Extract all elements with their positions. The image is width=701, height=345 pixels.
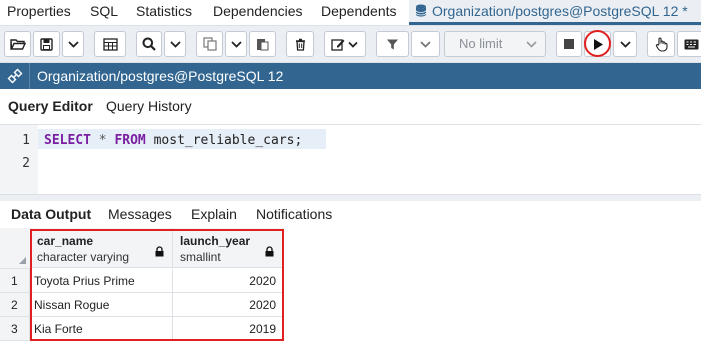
- copy-dropdown-icon: [230, 40, 242, 48]
- hand-icon: [655, 36, 668, 52]
- table-cell[interactable]: Nissan Rogue: [30, 293, 173, 317]
- tab-query-tool-label: Organization/postgres@PostgreSQL 12 *: [432, 3, 688, 19]
- save-icon: [40, 37, 53, 51]
- sql-keyword: SELECT: [44, 133, 91, 148]
- tab-dependents[interactable]: Dependents: [321, 0, 397, 25]
- results-grid: car_name character varying launch_year s…: [0, 228, 701, 345]
- execute-dropdown-icon: [619, 40, 631, 48]
- database-icon: [415, 1, 427, 23]
- lock-icon: [155, 244, 164, 262]
- commit-button[interactable]: [647, 31, 675, 57]
- tab-properties[interactable]: Properties: [7, 0, 71, 25]
- tab-data-output[interactable]: Data Output: [11, 201, 91, 227]
- shortcuts-button[interactable]: [677, 31, 701, 57]
- table-cell[interactable]: 2019: [173, 317, 283, 341]
- delete-icon: [295, 38, 305, 51]
- stop-icon: [564, 39, 574, 49]
- row-number[interactable]: 3: [0, 317, 30, 341]
- connection-label: Organization/postgres@PostgreSQL 12: [37, 68, 284, 84]
- panel-tab-bar: Properties SQL Statistics Dependencies D…: [0, 0, 701, 26]
- execute-dropdown-button[interactable]: [613, 31, 637, 57]
- open-file-button[interactable]: [4, 31, 31, 57]
- connection-icon[interactable]: [7, 68, 23, 89]
- search-icon: [142, 37, 156, 51]
- connection-bar: Organization/postgres@PostgreSQL 12: [0, 63, 701, 89]
- table-cell[interactable]: Toyota Prius Prime: [30, 269, 173, 293]
- edit-button[interactable]: [324, 31, 366, 57]
- row-number[interactable]: 1: [0, 269, 30, 293]
- save-dropdown-button[interactable]: [62, 31, 84, 57]
- table-cell[interactable]: 2020: [173, 269, 283, 293]
- tab-dependencies[interactable]: Dependencies: [213, 0, 303, 25]
- column-type: smallint: [180, 250, 221, 264]
- row-limit-select[interactable]: No limit: [444, 31, 546, 57]
- output-tab-bar: Data Output Messages Explain Notificatio…: [0, 201, 701, 227]
- find-button[interactable]: [136, 31, 162, 57]
- tab-notifications[interactable]: Notifications: [256, 201, 332, 227]
- row-number[interactable]: 2: [0, 293, 30, 317]
- line-number: 1: [22, 133, 30, 148]
- filter-icon: [387, 39, 398, 49]
- find-dropdown-button[interactable]: [164, 31, 186, 57]
- tab-sql[interactable]: SQL: [90, 0, 118, 25]
- chevron-down-icon: [526, 32, 537, 64]
- column-header-launch-year[interactable]: launch_year smallint: [173, 228, 283, 268]
- table-cell[interactable]: 2020: [173, 293, 283, 317]
- table-icon: [102, 37, 118, 51]
- query-toolbar: No limit: [0, 26, 701, 63]
- connection-separator: [29, 63, 30, 89]
- tab-explain[interactable]: Explain: [191, 201, 237, 227]
- filter-button[interactable]: [376, 31, 409, 57]
- sql-editor[interactable]: 1 2 SELECT * FROM most_reliable_cars;: [0, 124, 701, 195]
- copy-button[interactable]: [196, 31, 223, 57]
- open-folder-icon: [9, 38, 26, 50]
- search-dropdown-icon: [169, 40, 181, 48]
- sql-code-line: SELECT * FROM most_reliable_cars;: [44, 133, 302, 148]
- stop-button[interactable]: [556, 31, 582, 57]
- tab-statistics[interactable]: Statistics: [136, 0, 192, 25]
- lock-icon: [265, 244, 274, 262]
- tab-messages[interactable]: Messages: [108, 201, 172, 227]
- grid-corner[interactable]: [0, 228, 31, 269]
- column-type: character varying: [37, 250, 130, 264]
- tab-query-editor[interactable]: Query Editor: [8, 90, 93, 122]
- table-view-button[interactable]: [94, 31, 126, 57]
- line-number: 2: [22, 156, 30, 171]
- filter-dropdown-button[interactable]: [411, 31, 440, 57]
- save-button[interactable]: [33, 31, 60, 57]
- filter-dropdown-icon: [420, 40, 431, 48]
- sql-operator: *: [98, 133, 107, 148]
- edit-icon: [331, 38, 358, 51]
- column-name: car_name: [37, 234, 94, 248]
- copy-icon: [202, 37, 217, 51]
- paste-button[interactable]: [249, 31, 276, 57]
- tab-query-tool[interactable]: Organization/postgres@PostgreSQL 12 *: [409, 0, 701, 25]
- line-number-gutter: 1 2: [0, 125, 38, 195]
- editor-tab-bar: Query Editor Query History: [0, 90, 701, 122]
- save-dropdown-icon: [67, 40, 79, 48]
- tab-query-history[interactable]: Query History: [106, 90, 192, 122]
- sql-keyword: FROM: [114, 133, 146, 148]
- copy-dropdown-button[interactable]: [225, 31, 247, 57]
- table-cell[interactable]: Kia Forte: [30, 317, 173, 341]
- sql-identifier: most_reliable_cars;: [153, 133, 303, 148]
- keyboard-icon: [684, 39, 698, 49]
- row-limit-value: No limit: [459, 36, 503, 51]
- execute-button[interactable]: [584, 31, 611, 57]
- column-header-car-name[interactable]: car_name character varying: [30, 228, 173, 268]
- column-name: launch_year: [180, 234, 251, 248]
- paste-icon: [257, 39, 269, 51]
- delete-button[interactable]: [286, 31, 314, 57]
- execute-icon: [593, 38, 603, 50]
